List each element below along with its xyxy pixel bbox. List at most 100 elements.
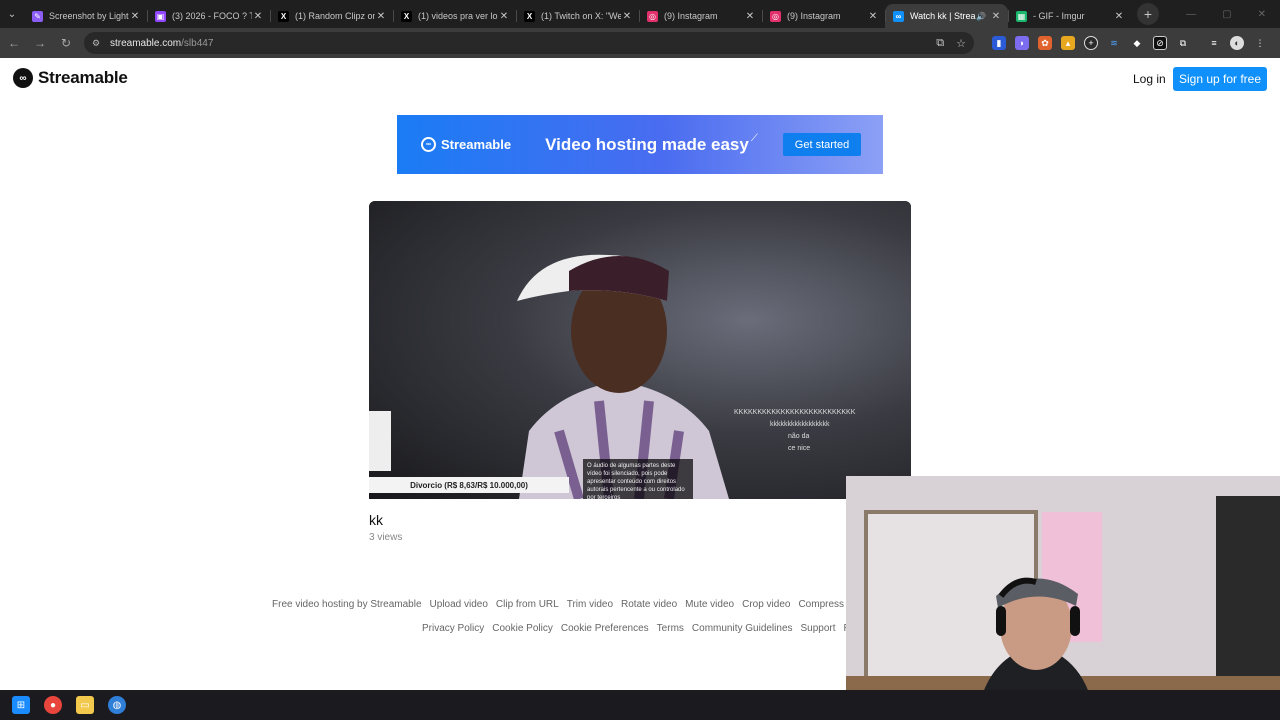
tab-title: (1) videos pra ver lon [418, 11, 498, 21]
footer-link[interactable]: Clip from URL [496, 599, 559, 610]
streamable-logo-icon: ∞ [421, 137, 436, 152]
get-started-button[interactable]: Get started [783, 133, 861, 156]
extension-icon[interactable]: ◆ [1130, 36, 1144, 50]
extension-icon[interactable]: ▮ [992, 36, 1006, 50]
x-icon: X [401, 10, 412, 22]
extension-icon[interactable]: ✿ [1038, 36, 1052, 50]
footer-link[interactable]: Crop video [742, 599, 790, 610]
video-player[interactable]: Divorcio (R$ 8,63/R$ 10.000,00) O áudio … [369, 201, 911, 499]
os-taskbar: ⊞ ● ▭ ◍ [0, 690, 1280, 720]
footer-link[interactable]: Trim video [567, 599, 613, 610]
browser-menu-icon[interactable]: ⋮ [1253, 36, 1267, 50]
footer-legal-row: Privacy Policy Cookie Policy Cookie Prefer… [422, 623, 862, 634]
forward-icon[interactable]: → [28, 31, 52, 55]
footer-link[interactable]: Community Guidelines [692, 623, 793, 634]
browser-tab[interactable]: ∞ Watch kk | Stream 🔊 ✕ [885, 4, 1008, 28]
footer-link[interactable]: Free video hosting by Streamable [272, 599, 422, 610]
extension-icon[interactable]: ◗ [1015, 36, 1029, 50]
instagram-icon: ◎ [770, 10, 781, 22]
reading-list-icon[interactable]: ≡ [1207, 36, 1221, 50]
extension-icon[interactable]: ⊘ [1153, 36, 1167, 50]
back-icon[interactable]: ← [2, 31, 26, 55]
browser-tab[interactable]: X (1) videos pra ver lon ✕ [393, 4, 516, 28]
site-info-icon[interactable]: ⚙ [92, 38, 104, 49]
close-tab-icon[interactable]: ✕ [621, 11, 633, 22]
window-controls: — ▢ ✕ [1186, 9, 1280, 20]
x-icon: X [278, 10, 289, 22]
promo-banner[interactable]: ∞ Streamable Video hosting made easy ⟋ G… [397, 115, 883, 174]
tab-title: - GIF - Imgur [1033, 11, 1085, 21]
footer-link[interactable]: Upload video [430, 599, 488, 610]
footer-link[interactable]: Rotate video [621, 599, 677, 610]
streamable-icon: ∞ [893, 10, 904, 22]
chat-line: kkkkkkkkkkkkkkkkk [770, 421, 830, 428]
tab-title: Screenshot by Lightsh [49, 11, 129, 21]
browser-toolbar: ← → ↻ ⚙ streamable.com/slb447 ⧉ ☆ ▮ ◗ ✿ … [0, 28, 1280, 58]
twitch-icon: ▣ [155, 10, 166, 22]
minimize-icon[interactable]: — [1186, 9, 1196, 20]
instagram-icon: ◎ [647, 10, 658, 22]
tab-title: (3) 2026 - FOCO ? TE [172, 11, 252, 21]
banner-tagline: Video hosting made easy [545, 134, 749, 154]
tab-title: (9) Instagram [664, 11, 718, 21]
tab-search-icon[interactable]: ⌄ [0, 0, 24, 28]
close-tab-icon[interactable]: ✕ [1113, 11, 1125, 22]
close-tab-icon[interactable]: ✕ [990, 11, 1002, 22]
browser-tab[interactable]: ✎ Screenshot by Lightsh✕ [24, 4, 147, 28]
tab-title: (1) Twitch on X: "We' [541, 11, 621, 21]
qr-code [369, 411, 391, 471]
lightshot-icon: ✎ [32, 10, 43, 22]
close-tab-icon[interactable]: ✕ [498, 11, 510, 22]
extension-icon[interactable]: ▴ [1061, 36, 1075, 50]
close-tab-icon[interactable]: ✕ [129, 11, 141, 22]
signup-button[interactable]: Sign up for free [1173, 67, 1267, 91]
footer-link[interactable]: Cookie Policy [492, 623, 553, 634]
close-tab-icon[interactable]: ✕ [375, 11, 387, 22]
footer-link[interactable]: Support [801, 623, 836, 634]
file-explorer-icon[interactable]: ▭ [76, 696, 94, 714]
browser-tab[interactable]: ◎ (9) Instagram ✕ [762, 4, 885, 28]
close-tab-icon[interactable]: ✕ [867, 11, 879, 22]
video-overlay-price: Divorcio (R$ 8,63/R$ 10.000,00) [369, 477, 569, 493]
extension-icon[interactable]: + [1084, 36, 1098, 50]
browser-tab[interactable]: ◎ (9) Instagram ✕ [639, 4, 762, 28]
extension-icon[interactable]: ≋ [1107, 36, 1121, 50]
browser-tab[interactable]: X (1) Twitch on X: "We' ✕ [516, 4, 639, 28]
webcam-overlay [846, 476, 1280, 720]
footer-link[interactable]: Mute video [685, 599, 734, 610]
close-window-icon[interactable]: ✕ [1258, 9, 1266, 20]
url-path: /slb447 [181, 37, 214, 49]
url-host: streamable.com [110, 37, 182, 49]
banner-brand: ∞ Streamable [421, 137, 511, 152]
webcam-scene [846, 476, 1280, 720]
brand-name: Streamable [38, 68, 128, 87]
extensions-puzzle-icon[interactable]: ⧉ [1176, 36, 1190, 50]
translate-icon[interactable]: ⧉ [936, 37, 944, 50]
x-icon: X [524, 10, 535, 22]
footer-link[interactable]: Terms [657, 623, 684, 634]
speaker-icon[interactable]: 🔊 [976, 12, 986, 21]
globe-app-icon[interactable]: ◍ [108, 696, 126, 714]
maximize-icon[interactable]: ▢ [1222, 9, 1231, 20]
new-tab-button[interactable]: + [1137, 3, 1159, 25]
close-tab-icon[interactable]: ✕ [744, 11, 756, 22]
address-bar[interactable]: ⚙ streamable.com/slb447 ⧉ ☆ [84, 32, 974, 54]
close-tab-icon[interactable]: ✕ [252, 11, 264, 22]
imgur-icon: ▦ [1016, 10, 1027, 22]
footer-link[interactable]: Privacy Policy [422, 623, 484, 634]
windows-start-icon[interactable]: ⊞ [12, 696, 30, 714]
browser-tab[interactable]: ▣ (3) 2026 - FOCO ? TE ✕ [147, 4, 270, 28]
video-views: 3 views [369, 532, 403, 543]
reload-icon[interactable]: ↻ [54, 31, 78, 55]
chat-line: ce nice [788, 445, 811, 452]
browser-tab[interactable]: ▦ - GIF - Imgur ✕ [1008, 4, 1131, 28]
extensions-row: ▮ ◗ ✿ ▴ + ≋ ◆ ⊘ ⧉ ≡ ◐ ⋮ [992, 36, 1267, 50]
bookmark-star-icon[interactable]: ☆ [956, 37, 966, 50]
chat-line: KKKKKKKKKKKKKKKKKKKKKKKKKK [734, 409, 856, 416]
footer-link[interactable]: Cookie Preferences [561, 623, 649, 634]
streamable-brand[interactable]: ∞ Streamable [13, 68, 128, 88]
profile-avatar[interactable]: ◐ [1230, 36, 1244, 50]
login-link[interactable]: Log in [1133, 72, 1166, 86]
browser-tab[interactable]: X (1) Random Clipz on ✕ [270, 4, 393, 28]
chrome-icon[interactable]: ● [44, 696, 62, 714]
